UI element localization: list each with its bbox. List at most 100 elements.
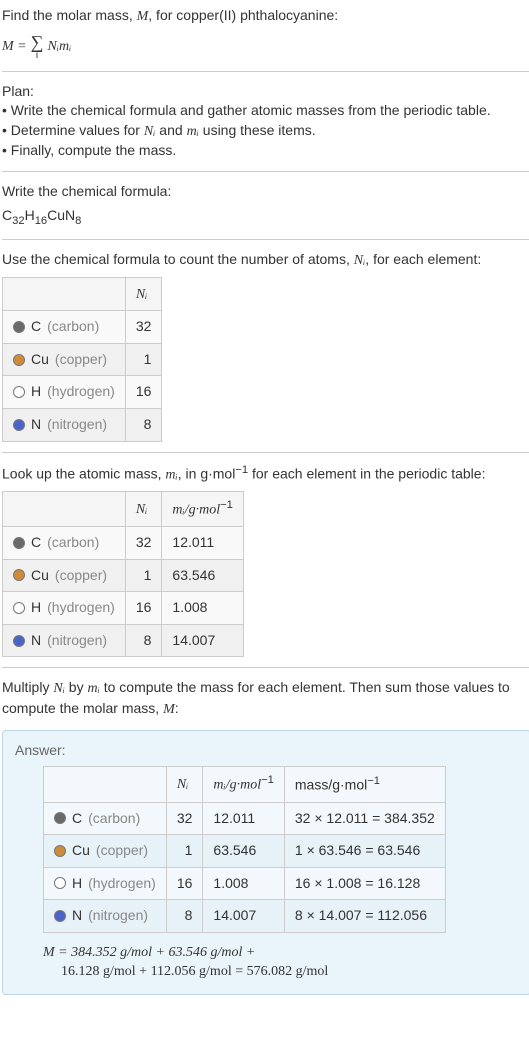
col-mass: mass/g·mol−1 (284, 767, 445, 802)
table-row: C (carbon) 32 12.011 32 × 12.011 = 384.3… (44, 802, 446, 835)
mass-value: 8 × 14.007 = 112.056 (284, 900, 445, 933)
mi-value: 1.008 (203, 867, 284, 900)
plan-item-2-pre: • Determine values for (2, 122, 144, 138)
mass-value: 1 × 63.546 = 63.546 (284, 835, 445, 868)
ni-value: 32 (125, 527, 162, 560)
ni-value: 1 (125, 559, 162, 592)
divider (2, 452, 529, 453)
mi-value: 14.007 (203, 900, 284, 933)
hydrogen-swatch-icon (13, 386, 25, 398)
final-formula-line1: M = 384.352 g/mol + 63.546 g/mol + (43, 945, 255, 960)
mass-value: 16 × 1.008 = 16.128 (284, 867, 445, 900)
carbon-swatch-icon (13, 537, 25, 549)
plan-item-2: • Determine values for Nᵢ and mᵢ using t… (2, 121, 529, 142)
element-name: (hydrogen) (88, 874, 156, 894)
count-heading-pre: Use the chemical formula to count the nu… (2, 251, 354, 267)
element-name: (carbon) (47, 317, 99, 337)
col-ni: Nᵢ (125, 277, 162, 311)
ni-value: 32 (166, 802, 203, 835)
element-cell: N (nitrogen) (13, 631, 115, 651)
element-cell: C (carbon) (54, 809, 156, 829)
ni-value: 1 (166, 835, 203, 868)
col-ni-label: Nᵢ (177, 777, 189, 792)
col-ni-label: Nᵢ (136, 502, 148, 517)
final-formula: M = 384.352 g/mol + 63.546 g/mol + 16.12… (43, 943, 518, 982)
copper-swatch-icon (54, 845, 66, 857)
element-symbol: N (72, 906, 82, 926)
element-name: (nitrogen) (47, 631, 107, 651)
final-formula-line2: 16.128 g/mol + 112.056 g/mol = 576.082 g… (61, 964, 328, 979)
intro-text: Find the molar mass, (2, 7, 137, 23)
table-row: N (nitrogen) 8 14.007 (3, 624, 244, 657)
mass-heading-post: for each element in the periodic table: (248, 465, 485, 481)
sigma-index: i (31, 51, 44, 61)
element-cell: C (carbon) (13, 533, 115, 553)
carbon-swatch-icon (54, 812, 66, 824)
element-name: (carbon) (88, 809, 140, 829)
answer-table: Nᵢ mᵢ/g·mol−1 mass/g·mol−1 C (carbon) 32… (43, 766, 446, 933)
col-mi-exp: −1 (261, 774, 274, 786)
atomic-mass-section: Look up the atomic mass, mᵢ, in g·mol−1 … (2, 463, 529, 658)
divider (2, 239, 529, 240)
mass-heading: Look up the atomic mass, mᵢ, in g·mol−1 … (2, 463, 529, 485)
ni-value: 32 (125, 311, 162, 344)
element-symbol: Cu (31, 350, 49, 370)
element-symbol: H (31, 598, 41, 618)
mh-M: M (163, 702, 175, 717)
mh-post: : (175, 700, 179, 716)
atom-count-table: Nᵢ C (carbon) 32 Cu (copper) 1 H (hydrog… (2, 277, 162, 442)
ni-value: 8 (125, 409, 162, 442)
divider (2, 71, 529, 72)
mi-value: 1.008 (162, 592, 243, 625)
element-symbol: C (31, 317, 41, 337)
plan-item-2-mid: and (155, 122, 186, 138)
mh-mid1: by (65, 679, 88, 695)
mi-value: 63.546 (162, 559, 243, 592)
intro-line: Find the molar mass, M, for copper(II) p… (2, 6, 529, 27)
plan-item-2-n: Nᵢ (144, 124, 156, 139)
element-symbol: H (31, 382, 41, 402)
copper-swatch-icon (13, 354, 25, 366)
ni-value: 16 (125, 592, 162, 625)
atomic-mass-table: Nᵢ mᵢ/g·mol−1 C (carbon) 32 12.011 Cu (c… (2, 491, 244, 658)
nitrogen-swatch-icon (13, 419, 25, 431)
element-cell: H (hydrogen) (13, 598, 115, 618)
nitrogen-swatch-icon (13, 635, 25, 647)
plan-heading: Plan: (2, 82, 529, 102)
chem-heading: Write the chemical formula: (2, 182, 529, 202)
mh-m: mᵢ (88, 681, 100, 696)
element-symbol: N (31, 631, 41, 651)
mass-heading-var: mᵢ (165, 467, 177, 482)
col-ni-label: Nᵢ (136, 287, 148, 302)
mi-value: 12.011 (162, 527, 243, 560)
chemical-formula-section: Write the chemical formula: C32H16CuN8 (2, 182, 529, 229)
element-symbol: C (31, 533, 41, 553)
element-cell: H (hydrogen) (54, 874, 156, 894)
intro-text-after: , for copper(II) phthalocyanine: (148, 7, 338, 23)
plan-item-2-post: using these items. (199, 122, 316, 138)
sigma-icon: ∑ i (31, 33, 44, 61)
plan-item-2-m: mᵢ (187, 124, 199, 139)
table-row: N (nitrogen) 8 (3, 409, 162, 442)
ni-value: 16 (125, 376, 162, 409)
element-name: (nitrogen) (47, 415, 107, 435)
mass-heading-exp: −1 (235, 464, 248, 476)
molar-mass-formula: M = ∑ i Nᵢmᵢ (2, 33, 529, 61)
element-cell: Cu (copper) (13, 350, 115, 370)
hydrogen-swatch-icon (54, 877, 66, 889)
ni-value: 8 (166, 900, 203, 933)
table-row: H (hydrogen) 16 1.008 (3, 592, 244, 625)
element-cell: Cu (copper) (54, 841, 156, 861)
element-symbol: Cu (31, 566, 49, 586)
table-row: C (carbon) 32 12.011 (3, 527, 244, 560)
multiply-heading: Multiply Nᵢ by mᵢ to compute the mass fo… (2, 678, 529, 719)
col-mass-exp: −1 (367, 775, 380, 787)
element-name: (copper) (55, 350, 107, 370)
table-row: N (nitrogen) 8 14.007 8 × 14.007 = 112.0… (44, 900, 446, 933)
divider (2, 171, 529, 172)
copper-swatch-icon (13, 569, 25, 581)
element-symbol: H (72, 874, 82, 894)
col-mi: mᵢ/g·mol−1 (203, 767, 284, 802)
count-section: Use the chemical formula to count the nu… (2, 250, 529, 442)
mi-value: 14.007 (162, 624, 243, 657)
